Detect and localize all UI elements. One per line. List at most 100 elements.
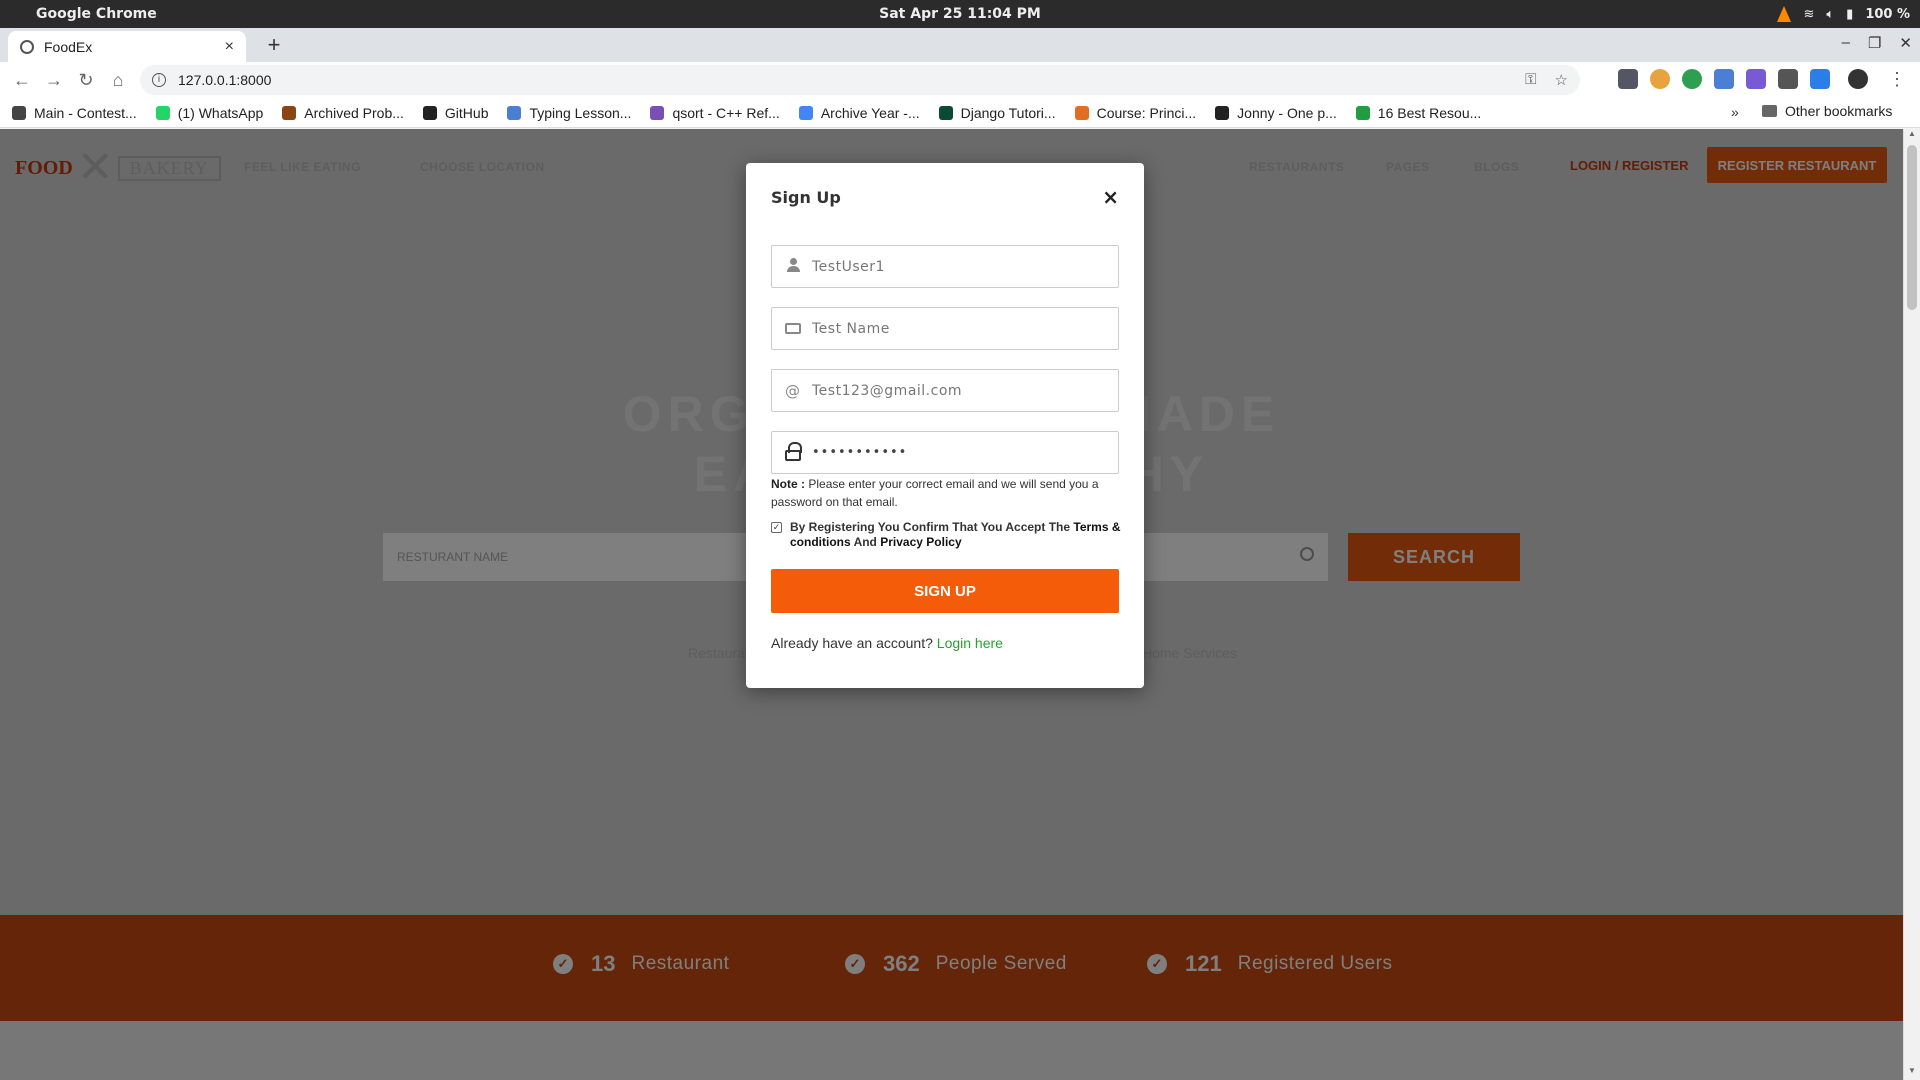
volume-icon[interactable]: 🔈︎	[1826, 7, 1834, 22]
system-clock: Sat Apr 25 11:04 PM	[879, 6, 1041, 22]
bookmark-favicon-icon	[798, 105, 813, 120]
bookmark-label: GitHub	[444, 104, 489, 121]
bookmark-item[interactable]: Archive Year -...	[798, 104, 920, 121]
email-field[interactable]: @ Test123@gmail.com	[771, 369, 1119, 412]
system-tray: ≋ 🔈︎ ▮ 100 %	[1777, 0, 1910, 28]
bookmark-label: (1) WhatsApp	[177, 104, 264, 121]
page-scrollbar[interactable]: ▲ ▼	[1903, 129, 1920, 1080]
profile-avatar-icon[interactable]	[1848, 69, 1868, 89]
login-here-link[interactable]: Login here	[937, 635, 1003, 651]
bookmark-item[interactable]: Main - Contest...	[12, 105, 137, 121]
wifi-icon[interactable]: ≋	[1803, 7, 1814, 22]
bookmark-favicon-icon	[938, 105, 953, 120]
restore-icon[interactable]: ❐	[1868, 34, 1881, 52]
shield-extension-icon[interactable]	[1778, 69, 1798, 89]
home-icon[interactable]: ⌂	[102, 70, 134, 91]
bookmark-favicon-icon	[155, 105, 170, 120]
terms-agreement: ✓ By Registering You Confirm That You Ac…	[771, 520, 1121, 550]
bookmark-label: Course: Princi...	[1096, 104, 1197, 121]
full-name-value[interactable]: Test Name	[812, 321, 890, 337]
bookmark-favicon-icon	[422, 105, 437, 120]
site-info-icon[interactable]: i	[152, 73, 166, 87]
more-bookmarks-chevron-icon[interactable]: »	[1731, 104, 1739, 120]
active-app-name: Google Chrome	[36, 6, 157, 22]
id-card-icon	[784, 322, 801, 334]
terms-prefix: By Registering You Confirm That You Acce…	[790, 520, 1071, 534]
password-field[interactable]: •••••••••••	[771, 431, 1119, 474]
eyedropper-extension-icon[interactable]	[1618, 69, 1638, 89]
privacy-policy-link[interactable]: Privacy Policy	[880, 535, 961, 549]
email-note: Note : Please enter your correct email a…	[771, 475, 1121, 511]
battery-level: 100 %	[1865, 6, 1910, 22]
bookmark-item[interactable]: Typing Lesson...	[507, 105, 631, 121]
password-value[interactable]: •••••••••••	[812, 445, 907, 460]
username-field[interactable]: TestUser1	[771, 245, 1119, 288]
address-bar[interactable]: i 127.0.0.1:8000 ⚿ ☆	[140, 65, 1580, 95]
key-icon[interactable]: ⚿	[1525, 71, 1536, 89]
browser-tab[interactable]: FoodEx ×	[8, 31, 246, 62]
bookmark-item[interactable]: Django Tutori...	[938, 104, 1056, 121]
page-viewport: FOOD ✕ BAKERY FEEL LIKE EATING CHOOSE LO…	[0, 129, 1920, 1080]
signup-button[interactable]: SIGN UP	[771, 569, 1119, 613]
note-label: Note :	[771, 477, 805, 491]
browser-menu-icon[interactable]: ⋮	[1888, 69, 1906, 90]
extensions-area	[1618, 69, 1868, 89]
username-value[interactable]: TestUser1	[812, 259, 885, 275]
at-sign-icon: @	[785, 381, 800, 400]
bookmark-label: Archive Year -...	[820, 104, 920, 121]
terms-checkbox[interactable]: ✓	[771, 522, 782, 533]
bookmark-item[interactable]: Course: Princi...	[1074, 104, 1197, 121]
bookmark-favicon-icon	[1355, 105, 1370, 120]
url-text[interactable]: 127.0.0.1:8000	[178, 72, 1525, 88]
calendar-extension-icon[interactable]	[1746, 69, 1766, 89]
browser-toolbar: ← → ↻ ⌂ i 127.0.0.1:8000 ⚿ ☆ ⋮	[0, 62, 1920, 98]
tab-title: FoodEx	[44, 38, 93, 55]
check-extension-icon[interactable]	[1810, 69, 1830, 89]
scroll-up-arrow[interactable]: ▲	[1904, 129, 1920, 143]
back-icon[interactable]: ←	[6, 70, 38, 91]
forward-icon[interactable]: →	[38, 70, 70, 91]
globe-icon	[20, 39, 34, 54]
scroll-thumb[interactable]	[1907, 145, 1917, 310]
bookmark-favicon-icon	[12, 105, 26, 120]
login-prompt: Already have an account? Login here	[771, 635, 1003, 651]
scroll-down-arrow[interactable]: ▼	[1904, 1066, 1920, 1080]
bookmark-item[interactable]: (1) WhatsApp	[155, 104, 264, 121]
globe-extension-icon[interactable]	[1682, 69, 1702, 89]
bookmark-favicon-icon	[650, 105, 665, 120]
close-window-icon[interactable]: ✕	[1899, 34, 1912, 52]
note-text: Please enter your correct email and we w…	[771, 477, 1099, 509]
bookmark-label: Typing Lesson...	[529, 104, 632, 121]
new-tab-button[interactable]: +	[260, 31, 288, 59]
translate-extension-icon[interactable]	[1714, 69, 1734, 89]
battery-icon[interactable]: ▮	[1846, 7, 1853, 22]
vlc-cone-icon[interactable]	[1777, 6, 1792, 22]
bookmark-item[interactable]: Jonny - One p...	[1215, 105, 1337, 121]
tab-close-icon[interactable]: ×	[225, 38, 234, 56]
terms-and: And	[853, 535, 877, 549]
star-icon[interactable]: ☆	[1555, 71, 1568, 89]
bookmark-favicon-icon	[1215, 105, 1230, 120]
bookmark-label: Django Tutori...	[960, 104, 1056, 121]
bookmark-item[interactable]: GitHub	[422, 104, 489, 121]
user-icon	[786, 257, 800, 272]
folder-icon	[1762, 105, 1777, 117]
email-value[interactable]: Test123@gmail.com	[812, 383, 962, 399]
cookie-extension-icon[interactable]	[1650, 69, 1670, 89]
modal-title: Sign Up	[771, 188, 841, 207]
other-bookmarks-folder[interactable]: Other bookmarks	[1762, 103, 1892, 119]
full-name-field[interactable]: Test Name	[771, 307, 1119, 350]
minimize-icon[interactable]: –	[1842, 34, 1850, 52]
bookmark-item[interactable]: qsort - C++ Ref...	[650, 104, 780, 121]
bookmark-item[interactable]: Archived Prob...	[282, 105, 404, 121]
bookmark-item[interactable]: 16 Best Resou...	[1355, 104, 1482, 121]
reload-icon[interactable]: ↻	[70, 70, 102, 91]
tab-strip: FoodEx × + – ❐ ✕	[0, 28, 1920, 62]
bookmark-label: Main - Contest...	[34, 104, 137, 121]
bookmark-label: Jonny - One p...	[1237, 104, 1337, 121]
bookmark-favicon-icon	[1074, 105, 1089, 120]
close-icon[interactable]: ×	[1102, 185, 1119, 209]
bookmark-label: qsort - C++ Ref...	[672, 104, 780, 121]
os-top-bar: Google Chrome Sat Apr 25 11:04 PM ≋ 🔈︎ ▮…	[0, 0, 1920, 28]
bookmark-label: 16 Best Resou...	[1377, 104, 1482, 121]
